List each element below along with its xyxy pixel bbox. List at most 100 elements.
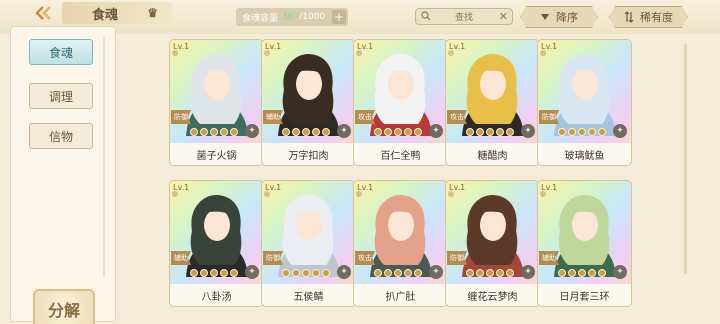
rank-dot bbox=[506, 269, 514, 277]
rank-dot bbox=[322, 269, 330, 277]
role-badge: 防御 bbox=[539, 110, 559, 124]
filter-arrow-icon bbox=[540, 12, 550, 22]
card-name: 五侯鲭 bbox=[262, 284, 355, 306]
rank-dots bbox=[190, 128, 238, 136]
card-name: 日月套三环 bbox=[538, 284, 631, 306]
rank-dot bbox=[496, 128, 504, 136]
rank-dot bbox=[210, 128, 218, 136]
face-shape bbox=[480, 68, 506, 100]
rank-dot bbox=[588, 269, 596, 277]
face-shape bbox=[480, 209, 506, 241]
sidebar: 食魂 调理 信物 分解 bbox=[10, 26, 116, 324]
back-button[interactable] bbox=[30, 2, 60, 24]
tab-token-label: 信物 bbox=[48, 129, 73, 144]
search-icon bbox=[421, 11, 431, 21]
rank-dot bbox=[302, 269, 310, 277]
add-capacity-button[interactable]: + bbox=[332, 10, 346, 24]
food-soul-card[interactable]: Lv.1 防御 ✦ 缠花云梦肉 bbox=[446, 181, 539, 306]
sidebar-divider bbox=[103, 37, 105, 277]
role-badge: 辅助 bbox=[539, 251, 559, 265]
rank-dot bbox=[312, 269, 320, 277]
capacity-max: /1000 bbox=[299, 12, 326, 22]
sort-rarity-button[interactable]: 稀有度 bbox=[609, 6, 688, 28]
rank-dot bbox=[312, 128, 320, 136]
rank-dot bbox=[486, 269, 494, 277]
tab-conditioning-label: 调理 bbox=[48, 89, 73, 104]
rank-dot bbox=[292, 128, 300, 136]
rank-dot bbox=[558, 269, 566, 277]
tab-food-soul[interactable]: 食魂 bbox=[29, 39, 93, 65]
rank-dot bbox=[496, 269, 504, 277]
role-badge: 防御 bbox=[263, 251, 283, 265]
card-name: 玻璃鱿鱼 bbox=[538, 143, 631, 165]
search-placeholder: 查找 bbox=[454, 13, 473, 23]
rank-dot bbox=[374, 269, 382, 277]
food-soul-card[interactable]: Lv.1 防御 ✦ 五侯鲭 bbox=[262, 181, 355, 306]
rank-dots bbox=[466, 128, 514, 136]
face-shape bbox=[572, 68, 598, 100]
rank-dot bbox=[568, 128, 576, 136]
rank-dot bbox=[598, 269, 606, 277]
rank-dot bbox=[190, 128, 198, 136]
sort-order-button[interactable]: 降序 bbox=[520, 6, 598, 28]
rank-dots bbox=[282, 269, 330, 277]
tab-token[interactable]: 信物 bbox=[29, 123, 93, 149]
food-soul-card[interactable]: Lv.1 辅助 ✦ 万字扣肉 bbox=[262, 40, 355, 165]
rarity-star-icon: ✦ bbox=[521, 265, 535, 279]
rank-dot bbox=[476, 128, 484, 136]
rarity-star-icon: ✦ bbox=[337, 124, 351, 138]
rank-dot bbox=[322, 128, 330, 136]
role-badge: 攻击 bbox=[447, 110, 467, 124]
rank-dot bbox=[578, 269, 586, 277]
food-soul-card[interactable]: Lv.1 防御 ✦ 玻璃鱿鱼 bbox=[538, 40, 631, 165]
rank-dot bbox=[404, 128, 412, 136]
clear-search-icon[interactable]: ✕ bbox=[499, 10, 508, 23]
rarity-star-icon: ✦ bbox=[613, 265, 627, 279]
rank-dot bbox=[302, 128, 310, 136]
card-name: 菌子火锅 bbox=[170, 143, 263, 165]
rank-dot bbox=[486, 128, 494, 136]
decompose-label: 分解 bbox=[47, 301, 80, 320]
sort-rarity-label: 稀有度 bbox=[640, 11, 673, 24]
food-soul-card[interactable]: Lv.1 防御 ✦ 菌子火锅 bbox=[170, 40, 263, 165]
capacity-display: 食魂容量 367 /1000 + bbox=[236, 8, 348, 26]
search-input[interactable]: 查找 ✕ bbox=[415, 8, 513, 25]
rank-dot bbox=[210, 269, 218, 277]
tab-conditioning[interactable]: 调理 bbox=[29, 83, 93, 109]
rank-dots bbox=[374, 128, 422, 136]
sort-arrows-icon bbox=[624, 11, 634, 23]
role-badge: 攻击 bbox=[355, 251, 375, 265]
card-name: 万字扣肉 bbox=[262, 143, 355, 165]
rarity-star-icon: ✦ bbox=[613, 124, 627, 138]
scrollbar[interactable] bbox=[684, 44, 687, 274]
rank-dot bbox=[282, 128, 290, 136]
face-shape bbox=[204, 209, 230, 241]
rarity-star-icon: ✦ bbox=[521, 124, 535, 138]
food-soul-card[interactable]: Lv.1 攻击 ✦ 糖醋肉 bbox=[446, 40, 539, 165]
rarity-star-icon: ✦ bbox=[337, 265, 351, 279]
rank-dots bbox=[558, 128, 606, 136]
rank-dot bbox=[200, 128, 208, 136]
back-arrow-icon bbox=[35, 6, 51, 20]
rank-dots bbox=[558, 269, 606, 277]
rank-dot bbox=[220, 269, 228, 277]
rank-dot bbox=[384, 128, 392, 136]
page-title-tab: 食魂 ♛ bbox=[62, 2, 172, 24]
food-soul-card[interactable]: Lv.1 辅助 ✦ 八卦汤 bbox=[170, 181, 263, 306]
decompose-button[interactable]: 分解 bbox=[33, 289, 95, 324]
face-shape bbox=[572, 209, 598, 241]
rank-dots bbox=[190, 269, 238, 277]
food-soul-card[interactable]: Lv.1 攻击 ✦ 扒广肚 bbox=[354, 181, 447, 306]
rank-dot bbox=[414, 269, 422, 277]
food-soul-card[interactable]: Lv.1 辅助 ✦ 日月套三环 bbox=[538, 181, 631, 306]
face-shape bbox=[296, 68, 322, 100]
food-soul-card[interactable]: Lv.1 攻击 ✦ 百仁全鸭 bbox=[354, 40, 447, 165]
rank-dots bbox=[374, 269, 422, 277]
sort-order-label: 降序 bbox=[556, 11, 578, 24]
rarity-star-icon: ✦ bbox=[245, 124, 259, 138]
rarity-star-icon: ✦ bbox=[429, 265, 443, 279]
face-shape bbox=[296, 209, 322, 241]
rank-dot bbox=[588, 128, 596, 136]
card-name: 扒广肚 bbox=[354, 284, 447, 306]
card-name: 八卦汤 bbox=[170, 284, 263, 306]
